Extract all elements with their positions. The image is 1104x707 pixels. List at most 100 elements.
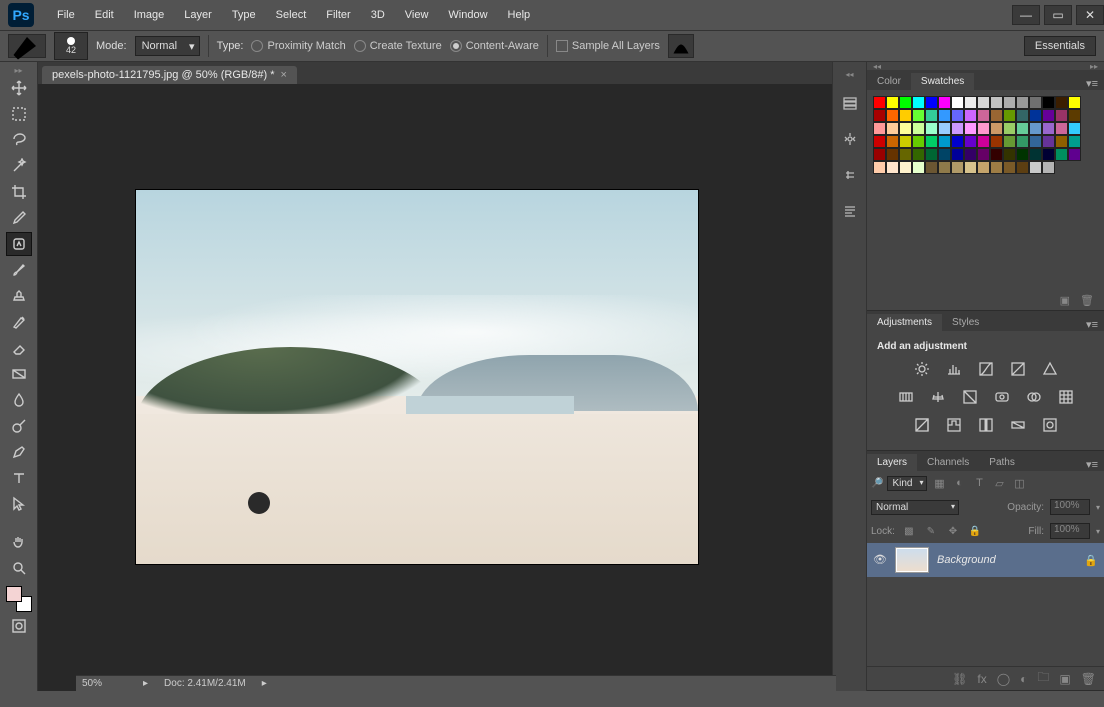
swatch[interactable] [925, 135, 938, 148]
blur-tool[interactable] [6, 388, 32, 412]
character-panel-icon[interactable] [839, 164, 861, 186]
menu-type[interactable]: Type [223, 5, 265, 25]
filter-adjust-icon[interactable]: ◐ [951, 475, 967, 491]
filter-type-icon[interactable]: T [971, 475, 987, 491]
swatch[interactable] [1003, 135, 1016, 148]
dock-expand[interactable]: ◂◂ [845, 70, 853, 78]
tab-paths[interactable]: Paths [979, 454, 1025, 471]
blend-mode-select[interactable]: Normal [871, 500, 959, 515]
foreground-background-swatch[interactable] [6, 586, 32, 612]
adj-bw-icon[interactable] [961, 388, 979, 406]
swatch[interactable] [1055, 135, 1068, 148]
menu-help[interactable]: Help [499, 5, 540, 25]
swatch[interactable] [873, 161, 886, 174]
brush-size-picker[interactable]: 42 [54, 32, 88, 60]
swatch[interactable] [964, 135, 977, 148]
paragraph-panel-icon[interactable] [839, 200, 861, 222]
swatch[interactable] [925, 109, 938, 122]
swatch[interactable] [938, 109, 951, 122]
swatch[interactable] [1042, 161, 1055, 174]
swatch[interactable] [1016, 109, 1029, 122]
swatch[interactable] [964, 148, 977, 161]
new-layer-icon[interactable]: ▣ [1059, 672, 1070, 686]
swatch[interactable] [1029, 96, 1042, 109]
swatch[interactable] [977, 96, 990, 109]
visibility-icon[interactable]: 👁 [873, 553, 887, 567]
canvas[interactable] [136, 190, 698, 564]
crop-tool[interactable] [6, 180, 32, 204]
tab-color[interactable]: Color [867, 73, 911, 90]
swatch[interactable] [925, 161, 938, 174]
filter-kind-select[interactable]: Kind [887, 476, 927, 491]
quick-mask-toggle[interactable] [6, 614, 32, 638]
swatch[interactable] [912, 96, 925, 109]
swatch[interactable] [886, 96, 899, 109]
adj-gradient-map-icon[interactable] [1009, 416, 1027, 434]
swatch[interactable] [886, 135, 899, 148]
swatch[interactable] [1016, 135, 1029, 148]
swatch[interactable] [899, 109, 912, 122]
tab-adjustments[interactable]: Adjustments [867, 314, 942, 331]
swatch[interactable] [886, 148, 899, 161]
swatch[interactable] [1016, 122, 1029, 135]
minimize-button[interactable]: — [1012, 5, 1040, 25]
adj-exposure-icon[interactable] [1009, 360, 1027, 378]
healing-brush-tool[interactable] [6, 232, 32, 256]
swatch[interactable] [951, 122, 964, 135]
swatch[interactable] [1003, 122, 1016, 135]
filter-smart-icon[interactable]: ◫ [1011, 475, 1027, 491]
gradient-tool[interactable] [6, 362, 32, 386]
swatches-menu-icon[interactable]: ▾≡ [1080, 77, 1104, 90]
swatch[interactable] [899, 161, 912, 174]
menu-3d[interactable]: 3D [362, 5, 394, 25]
adj-curves-icon[interactable] [977, 360, 995, 378]
dodge-tool[interactable] [6, 414, 32, 438]
foreground-color[interactable] [6, 586, 22, 602]
zoom-value[interactable]: 50% [82, 678, 127, 689]
adj-invert-icon[interactable] [913, 416, 931, 434]
adj-channel-mixer-icon[interactable] [1025, 388, 1043, 406]
history-panel-icon[interactable] [839, 92, 861, 114]
swatch[interactable] [990, 161, 1003, 174]
tab-swatches[interactable]: Swatches [911, 73, 974, 90]
radio-proximity[interactable]: Proximity Match [251, 40, 345, 52]
swatch[interactable] [886, 161, 899, 174]
pen-tool[interactable] [6, 440, 32, 464]
swatch[interactable] [964, 122, 977, 135]
swatch[interactable] [951, 148, 964, 161]
swatch[interactable] [951, 96, 964, 109]
clone-stamp-tool[interactable] [6, 284, 32, 308]
swatch[interactable] [990, 109, 1003, 122]
swatch[interactable] [938, 161, 951, 174]
adjustments-menu-icon[interactable]: ▾≡ [1080, 318, 1104, 331]
swatch[interactable] [873, 135, 886, 148]
layer-style-icon[interactable]: fx [977, 672, 986, 686]
swatch[interactable] [990, 122, 1003, 135]
layer-item[interactable]: 👁 Background 🔒 [867, 543, 1104, 577]
status-arrow-icon[interactable]: ▸ [143, 678, 148, 689]
doc-size[interactable]: Doc: 2.41M/2.41M [164, 678, 246, 689]
hand-tool[interactable] [6, 530, 32, 554]
fill-dropdown-icon[interactable]: ▾ [1096, 527, 1100, 536]
swatch[interactable] [951, 161, 964, 174]
swatch[interactable] [938, 148, 951, 161]
close-button[interactable]: ✕ [1076, 5, 1104, 25]
swatch[interactable] [1042, 96, 1055, 109]
zoom-tool[interactable] [6, 556, 32, 580]
adj-color-lookup-icon[interactable] [1057, 388, 1075, 406]
properties-panel-icon[interactable] [839, 128, 861, 150]
lock-position-icon[interactable]: ✥ [945, 523, 961, 539]
opacity-input[interactable]: 100% [1050, 499, 1090, 515]
swatch[interactable] [925, 96, 938, 109]
swatch[interactable] [1055, 122, 1068, 135]
adj-levels-icon[interactable] [945, 360, 963, 378]
layer-thumbnail[interactable] [895, 547, 929, 573]
status-menu-icon[interactable]: ▸ [262, 678, 267, 689]
menu-image[interactable]: Image [125, 5, 174, 25]
delete-layer-icon[interactable]: 🗑 [1081, 672, 1096, 686]
close-tab-icon[interactable]: × [281, 69, 287, 81]
maximize-button[interactable]: ▭ [1044, 5, 1072, 25]
mode-select[interactable]: Normal [135, 36, 200, 56]
radio-content-aware[interactable]: Content-Aware [450, 40, 539, 52]
swatch[interactable] [977, 161, 990, 174]
